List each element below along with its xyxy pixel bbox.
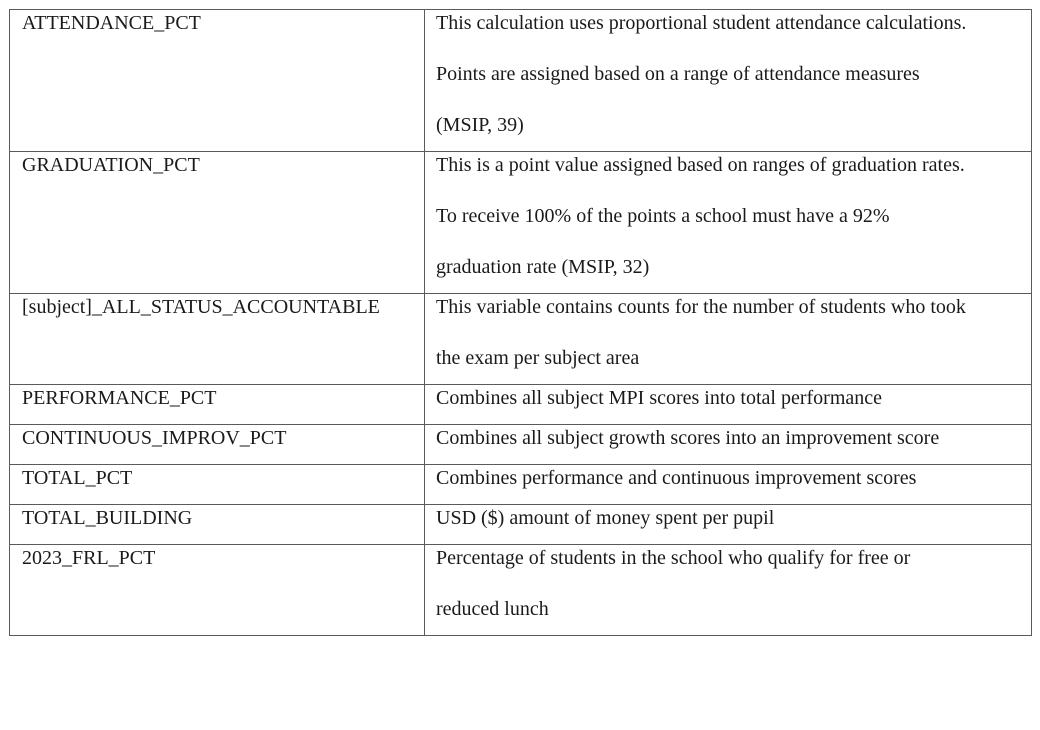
variable-name: [subject]_ALL_STATUS_ACCOUNTABLE (22, 296, 380, 318)
variable-name: GRADUATION_PCT (22, 154, 200, 176)
description-line: To receive 100% of the points a school m… (436, 205, 890, 227)
table-row: ATTENDANCE_PCT This calculation uses pro… (9, 9, 1032, 152)
description-line: reduced lunch (436, 598, 549, 620)
description-cell: Percentage of students in the school who… (424, 544, 1032, 636)
variable-name-cell: GRADUATION_PCT (9, 151, 425, 294)
table-row: [subject]_ALL_STATUS_ACCOUNTABLE This va… (9, 293, 1032, 385)
variable-name-cell: 2023_FRL_PCT (9, 544, 425, 636)
variable-name: ATTENDANCE_PCT (22, 12, 201, 34)
description-cell: This is a point value assigned based on … (424, 151, 1032, 294)
variable-name: 2023_FRL_PCT (22, 547, 156, 569)
description-cell: This calculation uses proportional stude… (424, 9, 1032, 152)
description-line: This variable contains counts for the nu… (436, 296, 966, 318)
description-line: This is a point value assigned based on … (436, 154, 965, 176)
variable-definitions-table: ATTENDANCE_PCT This calculation uses pro… (9, 9, 1032, 636)
description-cell: This variable contains counts for the nu… (424, 293, 1032, 385)
description-line: This calculation uses proportional stude… (436, 12, 967, 34)
description-line: Percentage of students in the school who… (436, 547, 911, 569)
variable-name-cell: ATTENDANCE_PCT (9, 9, 425, 152)
table-row: 2023_FRL_PCT Percentage of students in t… (9, 544, 1032, 636)
description-line: Points are assigned based on a range of … (436, 63, 920, 85)
variable-name-cell: [subject]_ALL_STATUS_ACCOUNTABLE (9, 293, 425, 385)
table-row: GRADUATION_PCT This is a point value ass… (9, 151, 1032, 294)
